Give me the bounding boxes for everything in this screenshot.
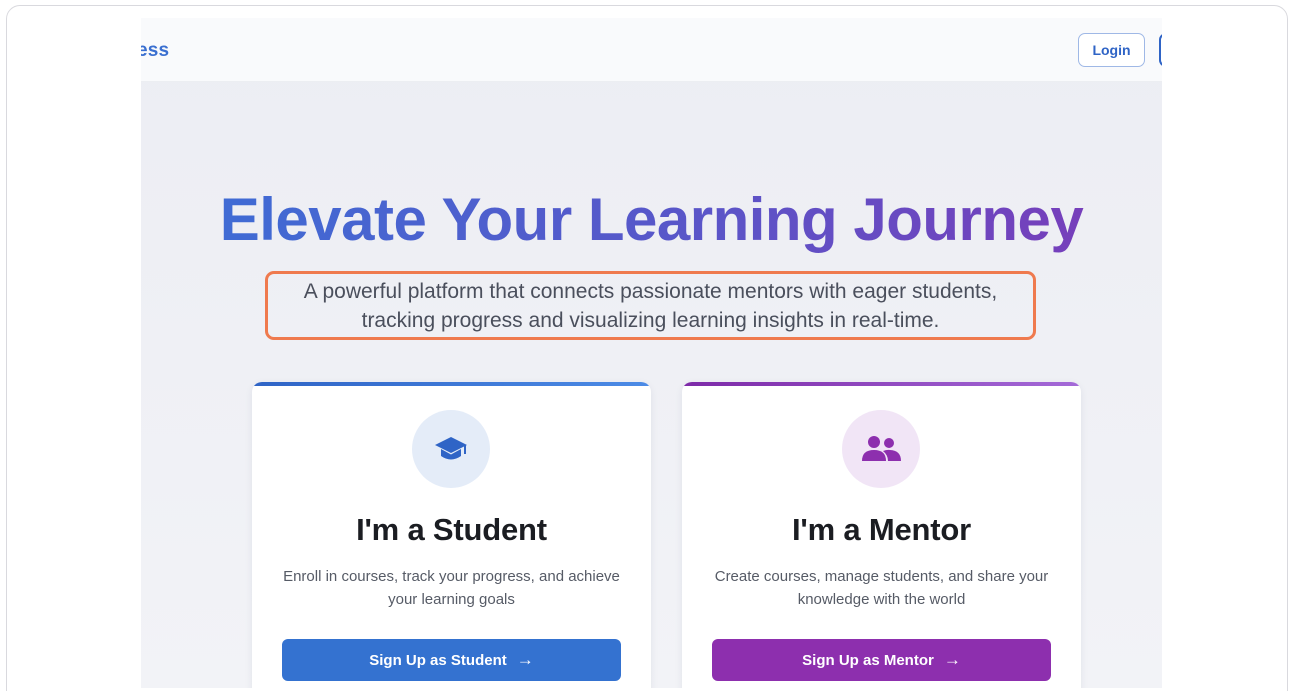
users-icon xyxy=(862,436,901,461)
sign-up-student-button[interactable]: Sign Up as Student → xyxy=(282,639,621,681)
subtitle-highlight-box: A powerful platform that connects passio… xyxy=(265,271,1036,340)
graduation-cap-icon xyxy=(435,437,467,460)
brand-logo-text[interactable]: ess xyxy=(141,40,169,62)
hero-title: Elevate Your Learning Journey xyxy=(141,184,1162,256)
sign-up-student-label: Sign Up as Student xyxy=(369,651,507,669)
student-card: I'm a Student Enroll in courses, track y… xyxy=(252,382,651,688)
mentor-card-accent-bar xyxy=(682,382,1081,386)
signup-button-partial[interactable] xyxy=(1159,33,1162,67)
student-icon-circle xyxy=(412,410,490,488)
mentor-card-title: I'm a Mentor xyxy=(792,512,971,547)
browser-frame: ess Login Elevate Your Learning Journey … xyxy=(6,5,1288,691)
sign-up-mentor-button[interactable]: Sign Up as Mentor → xyxy=(712,639,1051,681)
top-navbar: ess Login xyxy=(141,18,1162,82)
arrow-right-icon: → xyxy=(943,650,961,669)
sign-up-mentor-label: Sign Up as Mentor xyxy=(802,651,934,669)
login-button[interactable]: Login xyxy=(1078,33,1145,67)
student-card-accent-bar xyxy=(252,382,651,386)
student-card-description: Enroll in courses, track your progress, … xyxy=(283,568,620,608)
mentor-card: I'm a Mentor Create courses, manage stud… xyxy=(682,382,1081,688)
mentor-icon-circle xyxy=(842,410,920,488)
mentor-card-description: Create courses, manage students, and sha… xyxy=(714,568,1049,608)
student-card-title: I'm a Student xyxy=(356,512,547,547)
arrow-right-icon: → xyxy=(516,650,534,669)
hero-subtitle: A powerful platform that connects passio… xyxy=(303,279,998,332)
page-viewport: ess Login Elevate Your Learning Journey … xyxy=(141,18,1162,688)
